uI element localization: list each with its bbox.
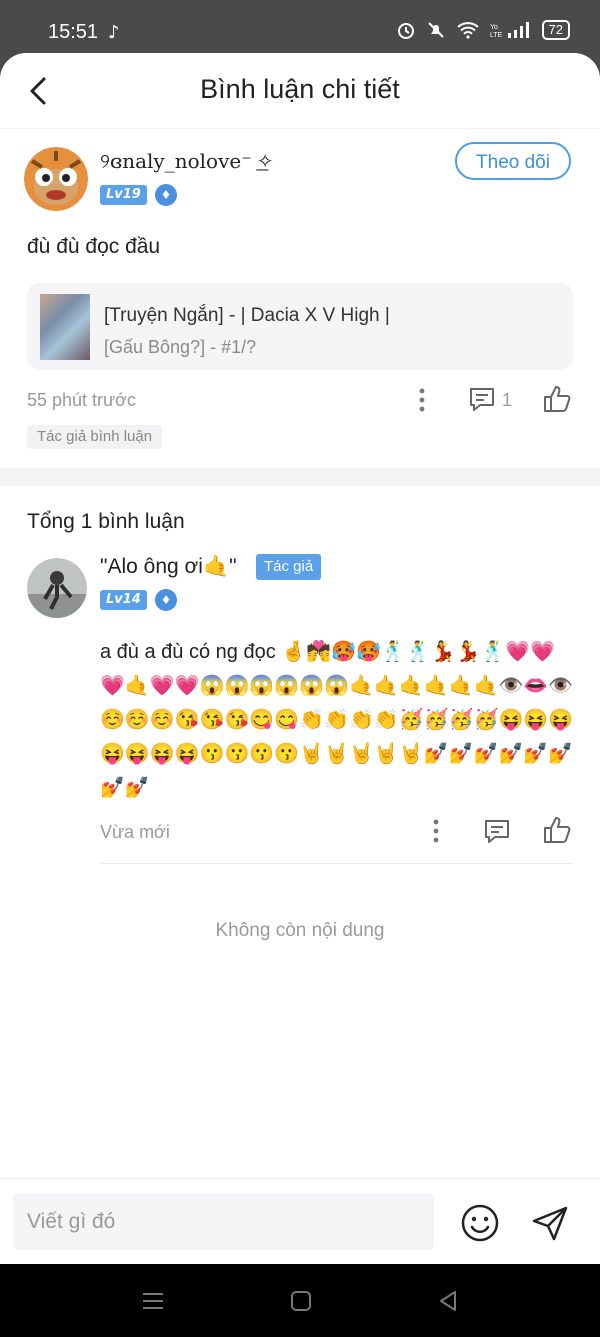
level-badge: Lv19 xyxy=(100,185,147,205)
reply-username[interactable]: "Alo ông ơi🤙" xyxy=(100,555,237,579)
battery-indicator: 72 xyxy=(541,20,570,40)
like-icon[interactable] xyxy=(542,815,572,845)
more-options-icon[interactable] xyxy=(427,818,445,844)
header: Bình luận chi tiết xyxy=(0,53,600,129)
alarm-icon xyxy=(397,23,414,39)
comment-input[interactable] xyxy=(13,1193,434,1250)
author-badge: Tác giả xyxy=(256,554,322,580)
home-icon[interactable] xyxy=(290,1290,312,1312)
svg-text:Yo: Yo xyxy=(490,24,498,31)
status-icons: Yo LTE 72 xyxy=(396,20,570,40)
send-icon[interactable] xyxy=(530,1203,570,1243)
comment-text: đù đù đọc đầu xyxy=(27,235,161,258)
back-icon[interactable] xyxy=(437,1290,459,1312)
story-thumbnail xyxy=(40,294,90,360)
svg-text:LTE: LTE xyxy=(490,32,503,39)
more-options-icon[interactable] xyxy=(413,387,431,413)
level-badge: Lv14 xyxy=(100,590,147,610)
avatar[interactable] xyxy=(24,147,88,211)
medal-icon: ♦ xyxy=(155,184,177,206)
story-title-line2: [Gấu Bông?] - #1/? xyxy=(104,337,257,357)
follow-button[interactable]: Theo dõi xyxy=(455,142,571,180)
story-card[interactable]: [Truyện Ngắn] - | Dacia X V High | [Gấu … xyxy=(27,283,573,370)
comment-time: 55 phút trước xyxy=(27,390,136,410)
signal-icon: YoLTE xyxy=(490,22,529,39)
mute-bell-icon xyxy=(427,22,444,38)
system-navigation-bar xyxy=(0,1264,600,1337)
reply-divider xyxy=(100,863,573,864)
reply-time: Vừa mới xyxy=(100,822,170,842)
total-comments-label: Tổng 1 bình luận xyxy=(27,510,185,533)
reply-icon[interactable] xyxy=(468,386,496,414)
status-time: 15:51 xyxy=(48,21,99,43)
comment-detail-sheet: Bình luận chi tiết ୨ɞnaly_nolove⁻ ͟✧ Lv1… xyxy=(0,53,600,1264)
like-icon[interactable] xyxy=(542,384,572,414)
tiktok-icon: ♪ xyxy=(108,22,120,43)
no-more-content-label: Không còn nội dung xyxy=(215,920,385,941)
page-title: Bình luận chi tiết xyxy=(200,74,400,104)
avatar[interactable] xyxy=(27,558,87,618)
comment-input-bar xyxy=(0,1178,600,1264)
reply-count: 1 xyxy=(502,390,513,410)
reply-text: a đù a đù có ng đọc 🤞💏🥵🥵🕺🕺💃💃🕺💗💗💗🤙💗💗😱😱😱😱😱… xyxy=(100,641,574,799)
section-divider xyxy=(0,468,600,486)
wifi-icon xyxy=(456,22,479,39)
emoji-icon[interactable] xyxy=(460,1203,500,1243)
author-comment-tag: Tác giả bình luận xyxy=(27,425,163,449)
story-title-line1: [Truyện Ngắn] - | Dacia X V High | xyxy=(104,305,390,326)
menu-icon[interactable] xyxy=(142,1290,164,1312)
reply-icon[interactable] xyxy=(483,818,511,846)
comment-username[interactable]: ୨ɞnaly_nolove⁻ ͟✧ xyxy=(100,149,274,174)
medal-icon: ♦ xyxy=(155,589,177,611)
